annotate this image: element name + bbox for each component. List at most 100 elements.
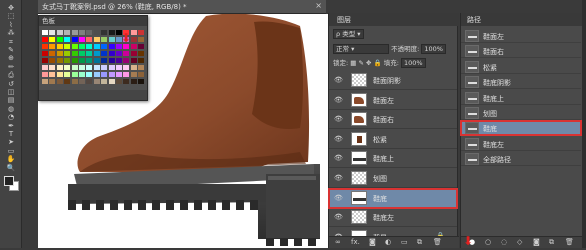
- crop-icon[interactable]: ⌗: [2, 38, 20, 46]
- swatch[interactable]: [130, 72, 137, 77]
- swatch[interactable]: [130, 51, 137, 56]
- blend-mode-dropdown[interactable]: 正常 ▾: [333, 44, 389, 54]
- move-icon[interactable]: ✥: [2, 4, 20, 12]
- hand-icon[interactable]: ✋: [2, 155, 20, 163]
- layer-filter[interactable]: ρ 类型 ▾: [333, 29, 364, 40]
- swatch[interactable]: [138, 44, 145, 49]
- swatch[interactable]: [49, 37, 56, 42]
- marquee-icon[interactable]: ⬚: [2, 12, 20, 20]
- swatch[interactable]: [116, 58, 122, 63]
- swatch[interactable]: [86, 30, 93, 35]
- swatch[interactable]: [138, 72, 145, 77]
- swatch[interactable]: [138, 65, 145, 70]
- mask-icon[interactable]: ◙: [533, 238, 540, 246]
- swatch[interactable]: [130, 58, 137, 63]
- swatch[interactable]: [108, 51, 115, 56]
- swatch[interactable]: [93, 30, 100, 35]
- swatch[interactable]: [101, 72, 108, 77]
- layer-row[interactable]: 👁 鞋面阴影: [329, 71, 457, 90]
- dodge-icon[interactable]: ◔: [2, 113, 20, 121]
- swatch[interactable]: [64, 58, 71, 63]
- swatch[interactable]: [49, 72, 56, 77]
- swatch[interactable]: [79, 30, 85, 35]
- swatch[interactable]: [116, 65, 122, 70]
- opacity-input[interactable]: 100%: [421, 44, 446, 54]
- swatch[interactable]: [86, 44, 93, 49]
- swatch[interactable]: [79, 79, 85, 84]
- swatch[interactable]: [79, 51, 85, 56]
- swatch[interactable]: [101, 58, 108, 63]
- swatch[interactable]: [138, 51, 145, 56]
- folder-icon[interactable]: ▭: [401, 238, 408, 246]
- swatch[interactable]: [64, 44, 71, 49]
- swatch[interactable]: [64, 51, 71, 56]
- layer-row[interactable]: 👁 划图: [329, 169, 457, 188]
- layer-row[interactable]: 👁 鞋底左: [329, 208, 457, 228]
- swatch[interactable]: [138, 37, 145, 42]
- lasso-icon[interactable]: ⌇: [2, 21, 20, 29]
- swatch[interactable]: [130, 65, 137, 70]
- swatch[interactable]: [49, 65, 56, 70]
- swatch[interactable]: [71, 58, 78, 63]
- make-path-icon[interactable]: ◇: [517, 238, 522, 246]
- swatch[interactable]: [56, 72, 63, 77]
- swatch[interactable]: [123, 79, 130, 84]
- lock-icons[interactable]: ▦ ✎ ✥ 🔒: [350, 59, 383, 67]
- healing-icon[interactable]: ⊕: [2, 54, 20, 62]
- swatch[interactable]: [79, 65, 85, 70]
- visibility-eye-icon[interactable]: 👁: [334, 115, 343, 123]
- pen-icon[interactable]: ✒: [2, 122, 20, 130]
- swatch[interactable]: [93, 58, 100, 63]
- swatch[interactable]: [56, 65, 63, 70]
- visibility-eye-icon[interactable]: 👁: [334, 96, 343, 104]
- swatch[interactable]: [116, 79, 122, 84]
- swatch[interactable]: [79, 44, 85, 49]
- swatch[interactable]: [101, 79, 108, 84]
- layer-row[interactable]: 👁 鞋面左: [329, 91, 457, 110]
- trash-icon[interactable]: 🗑: [565, 238, 574, 246]
- path-row[interactable]: 鞋底阴影: [461, 75, 581, 90]
- swatch[interactable]: [138, 30, 145, 35]
- document-tab[interactable]: 女式马丁靴案例.psd @ 26% (鞋底, RGB/8) * ×: [38, 0, 326, 14]
- swatch[interactable]: [64, 30, 71, 35]
- swatch[interactable]: [93, 79, 100, 84]
- filter-kind-dropdown[interactable]: ρ 类型 ▾: [333, 29, 364, 39]
- swatch[interactable]: [42, 65, 48, 70]
- swatch[interactable]: [93, 44, 100, 49]
- gradient-icon[interactable]: ▤: [2, 96, 20, 104]
- stroke-path-icon[interactable]: ○: [485, 238, 491, 246]
- swatch[interactable]: [56, 79, 63, 84]
- swatch[interactable]: [138, 58, 145, 63]
- swatch[interactable]: [64, 72, 71, 77]
- swatch[interactable]: [108, 30, 115, 35]
- swatch[interactable]: [56, 30, 63, 35]
- swatch[interactable]: [42, 51, 48, 56]
- visibility-eye-icon[interactable]: 👁: [334, 135, 343, 143]
- zoom-icon[interactable]: 🔍: [2, 164, 20, 172]
- layer-row[interactable]: 👁 鞋底: [328, 187, 458, 209]
- swatch[interactable]: [79, 58, 85, 63]
- swatch[interactable]: [49, 51, 56, 56]
- layer-row[interactable]: 👁 松紧: [329, 130, 457, 149]
- brush-icon[interactable]: ✏: [2, 63, 20, 71]
- swatch[interactable]: [79, 72, 85, 77]
- shape-icon[interactable]: ▭: [2, 147, 20, 155]
- swatch[interactable]: [116, 51, 122, 56]
- swatch[interactable]: [101, 65, 108, 70]
- swatch[interactable]: [123, 72, 130, 77]
- swatch[interactable]: [42, 44, 48, 49]
- trash-icon[interactable]: 🗑: [433, 238, 442, 246]
- swatch[interactable]: [86, 65, 93, 70]
- swatch[interactable]: [64, 79, 71, 84]
- path-row[interactable]: 全部路径: [461, 152, 581, 167]
- path-row[interactable]: 划图: [461, 106, 581, 120]
- swatch[interactable]: [71, 44, 78, 49]
- swatch[interactable]: [101, 44, 108, 49]
- swatch[interactable]: [108, 44, 115, 49]
- swatch[interactable]: [71, 72, 78, 77]
- layer-row[interactable]: 👁 鞋底上: [329, 149, 457, 169]
- swatch[interactable]: [56, 44, 63, 49]
- swatch[interactable]: [79, 37, 85, 42]
- swatch[interactable]: [56, 58, 63, 63]
- swatch[interactable]: [93, 65, 100, 70]
